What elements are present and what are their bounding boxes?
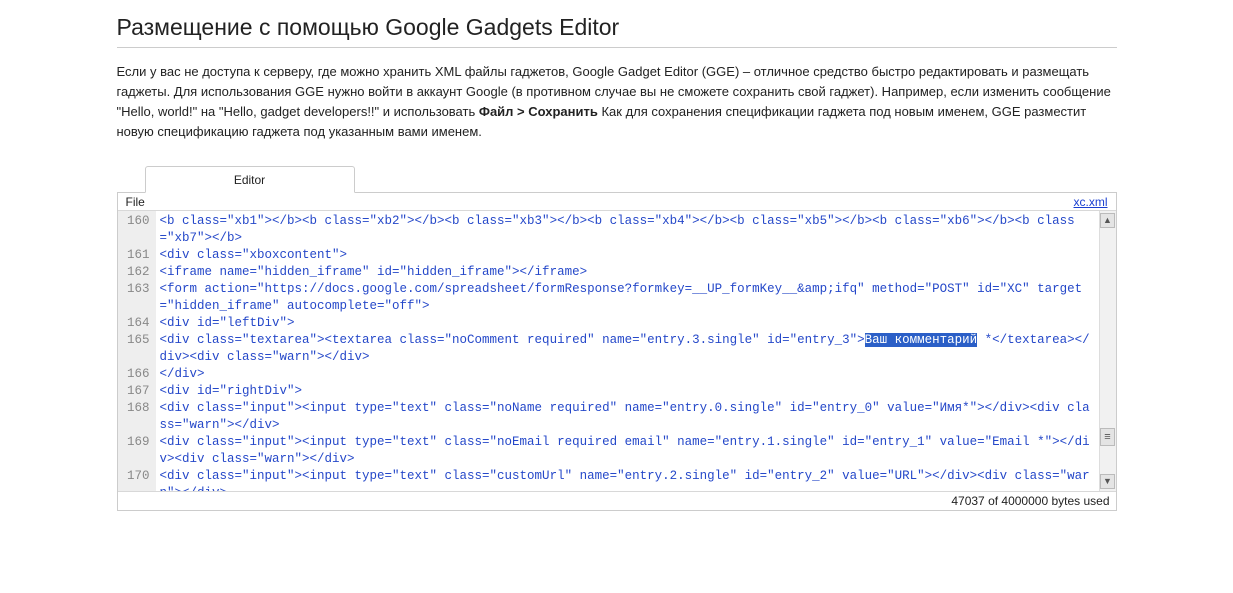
editor-menubar: File xc.xml [118,193,1116,211]
code-line: <div class="textarea"><textarea class="n… [160,332,1095,366]
code-line: <div class="input"><input type="text" cl… [160,434,1095,468]
page-title: Размещение с помощью Google Gadgets Edit… [117,14,1117,48]
editor-frame: File xc.xml 160 161162163 164165 1661671… [117,193,1117,511]
code-line: <b class="xb1"></b><b class="xb2"></b><b… [160,213,1095,247]
menu-file[interactable]: File [126,195,145,209]
code-line: <div class="input"><input type="text" cl… [160,400,1095,434]
code-editor[interactable]: <b class="xb1"></b><b class="xb2"></b><b… [156,211,1099,491]
code-line: <iframe name="hidden_iframe" id="hidden_… [160,264,1095,281]
code-line: <form action="https://docs.google.com/sp… [160,281,1095,315]
code-line: </div> [160,366,1095,383]
line-number-gutter: 160 161162163 164165 166167168 169 170 1… [118,211,156,491]
scroll-down-button[interactable]: ▼ [1100,474,1115,489]
tab-editor[interactable]: Editor [145,166,355,193]
editor-tab-row: Editor [117,165,1117,193]
vertical-scrollbar[interactable]: ▲ ≡ ▼ [1099,211,1116,491]
filename-link[interactable]: xc.xml [1074,195,1108,209]
code-line: <div class="xboxcontent"> [160,247,1095,264]
menu-path-bold: Файл > Сохранить [479,104,598,119]
code-line: <div class="input"><input type="text" cl… [160,468,1095,491]
intro-paragraph: Если у вас не доступа к серверу, где мож… [117,62,1117,143]
code-line: <div id="rightDiv"> [160,383,1095,400]
scroll-thumb[interactable]: ≡ [1100,428,1115,446]
scroll-up-button[interactable]: ▲ [1100,213,1115,228]
editor-statusbar: 47037 of 4000000 bytes used [118,491,1116,510]
code-line: <div id="leftDiv"> [160,315,1095,332]
